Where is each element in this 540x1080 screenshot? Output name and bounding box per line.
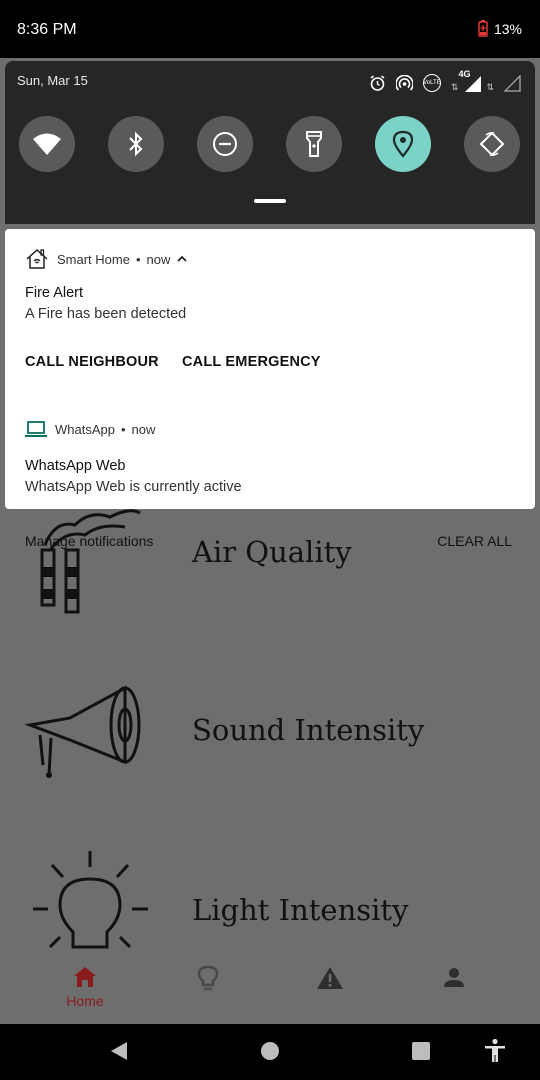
fire-alert-title: Fire Alert	[25, 285, 84, 301]
bulb-outline-icon	[197, 965, 219, 991]
manage-notifications-button[interactable]: Manage notifications	[25, 533, 153, 549]
notification-panel: Smart Home • now Fire Alert A Fire has b…	[5, 229, 535, 509]
hotspot-icon	[395, 74, 413, 91]
nav-alerts[interactable]	[300, 955, 360, 1024]
clear-all-button[interactable]: CLEAR ALL	[437, 533, 512, 549]
sound-intensity-title: Sound Intensity	[192, 713, 425, 747]
sound-intensity-card[interactable]: Sound Intensity	[0, 675, 540, 795]
status-time: 8:36 PM	[17, 21, 77, 38]
accessibility-icon[interactable]	[483, 1038, 507, 1064]
person-icon	[444, 968, 464, 987]
qs-tile-auto-rotate[interactable]	[464, 116, 520, 172]
volte-icon: VoLTE	[422, 74, 441, 92]
warning-icon	[317, 967, 343, 989]
battery-indicator: 13%	[478, 20, 522, 37]
wifi-icon	[33, 133, 61, 155]
laptop-icon	[25, 421, 47, 437]
nav-ideas[interactable]	[178, 955, 238, 1024]
smart-home-app-icon	[26, 248, 48, 269]
quick-settings-panel: Sun, Mar 15 VoLTE ⇅ 4G ⇅	[5, 61, 535, 224]
home-icon	[74, 967, 96, 987]
light-intensity-title: Light Intensity	[192, 893, 409, 927]
call-neighbour-button[interactable]: CALL NEIGHBOUR	[25, 354, 159, 370]
air-quality-title: Air Quality	[192, 535, 352, 569]
system-nav-bar	[0, 1024, 540, 1080]
air-quality-card[interactable]: Air Quality	[0, 500, 540, 640]
qs-status-icons: VoLTE ⇅ 4G ⇅	[369, 69, 521, 93]
qs-tile-bluetooth[interactable]	[108, 116, 164, 172]
light-intensity-card[interactable]: Light Intensity	[0, 845, 540, 960]
bluetooth-icon	[129, 131, 143, 157]
nav-profile[interactable]	[424, 955, 484, 1024]
auto-rotate-icon	[479, 131, 505, 157]
battery-percent: 13%	[493, 20, 522, 37]
call-emergency-button[interactable]: CALL EMERGENCY	[182, 354, 321, 370]
nav-home[interactable]: Home	[55, 955, 115, 1024]
whatsapp-notif-time: now	[131, 421, 156, 437]
chevron-up-icon[interactable]	[176, 254, 188, 264]
battery-low-icon	[478, 20, 488, 37]
back-icon[interactable]	[108, 1040, 130, 1062]
fire-alert-text: A Fire has been detected	[25, 306, 187, 322]
megaphone-icon	[25, 685, 141, 778]
light-bulb-icon	[33, 851, 148, 949]
home-button-icon[interactable]	[259, 1040, 281, 1062]
whatsapp-app-name: WhatsApp	[55, 421, 115, 437]
smart-home-notif-header[interactable]: Smart Home • now	[25, 247, 188, 271]
do-not-disturb-icon	[213, 132, 237, 156]
qs-tile-dnd[interactable]	[197, 116, 253, 172]
whatsapp-web-title: WhatsApp Web	[25, 458, 126, 474]
qs-tile-wifi[interactable]	[19, 116, 75, 172]
smart-home-app-name: Smart Home	[57, 251, 130, 267]
signal-empty-icon	[504, 74, 521, 92]
qs-drag-handle[interactable]	[254, 199, 286, 203]
status-bar: 8:36 PM 13%	[0, 0, 540, 58]
qs-date[interactable]: Sun, Mar 15	[17, 73, 88, 88]
factory-smoke-icon	[40, 509, 141, 614]
qs-tile-flashlight[interactable]	[286, 116, 342, 172]
qs-tile-location[interactable]	[375, 116, 431, 172]
alarm-icon	[370, 74, 385, 91]
whatsapp-web-text: WhatsApp Web is currently active	[25, 479, 242, 495]
whatsapp-notif-header[interactable]: WhatsApp • now	[25, 420, 155, 438]
signal-strength-icon	[465, 76, 482, 92]
nav-home-label: Home	[66, 993, 104, 1009]
smart-home-notif-time: now	[146, 251, 171, 267]
recents-icon[interactable]	[410, 1040, 432, 1062]
flashlight-icon	[306, 131, 322, 157]
app-bottom-nav: Home	[0, 955, 540, 1024]
mobile-signal: ⇅ 4G ⇅	[450, 69, 494, 92]
location-icon	[392, 130, 414, 158]
